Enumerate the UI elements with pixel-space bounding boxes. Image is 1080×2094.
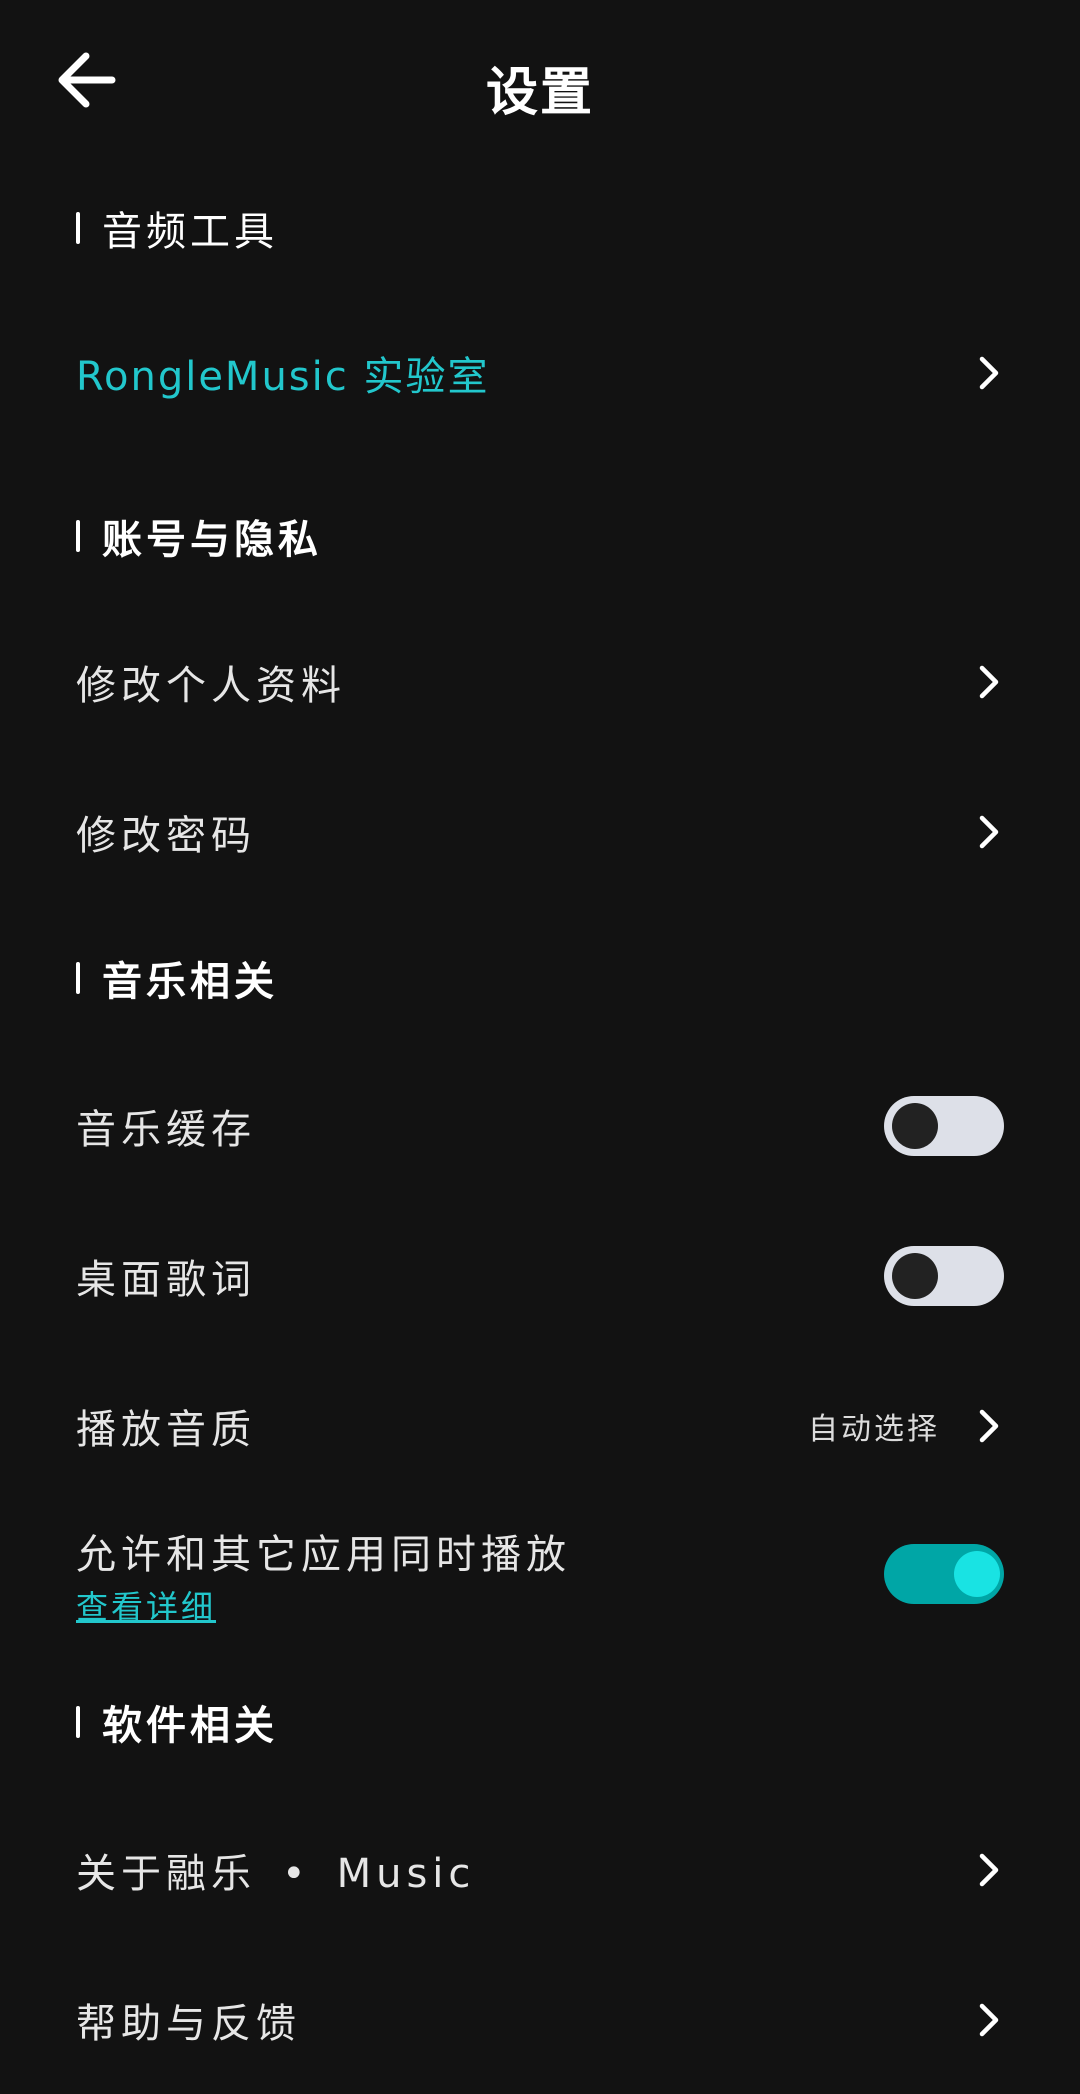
mix-playback-label: 允许和其它应用同时播放: [76, 1532, 571, 1578]
chevron-right-icon: [979, 815, 999, 849]
section-title: 账号与隐私: [102, 517, 322, 563]
section-title: 音频工具: [102, 209, 278, 255]
section-bar: [76, 962, 80, 994]
desktop-lyrics-row: 桌面歌词: [76, 1236, 1004, 1316]
top-bar: 设置: [0, 0, 1080, 170]
desktop-lyrics-label: 桌面歌词: [76, 1257, 256, 1303]
edit-profile-label: 修改个人资料: [76, 663, 346, 709]
chevron-right-icon: [979, 1409, 999, 1443]
playback-quality-label: 播放音质: [76, 1407, 256, 1453]
section-header-audio-tools: 音频工具: [76, 198, 278, 258]
about-label-music: Music: [336, 1851, 476, 1897]
mix-playback-row: 允许和其它应用同时播放 查看详细: [76, 1522, 1004, 1632]
playback-quality-value: 自动选择: [808, 1412, 940, 1447]
music-cache-toggle[interactable]: [884, 1096, 1004, 1156]
toggle-knob: [892, 1103, 938, 1149]
playback-quality-row[interactable]: 播放音质 自动选择: [76, 1386, 1004, 1466]
mix-playback-toggle[interactable]: [884, 1544, 1004, 1604]
section-header-software: 软件相关: [76, 1692, 278, 1752]
section-title: 软件相关: [102, 1703, 278, 1749]
section-header-music: 音乐相关: [76, 948, 278, 1008]
desktop-lyrics-toggle[interactable]: [884, 1246, 1004, 1306]
lab-label: RongleMusic 实验室: [76, 354, 490, 400]
section-bar: [76, 212, 80, 244]
chevron-right-icon: [979, 2003, 999, 2037]
help-feedback-label: 帮助与反馈: [76, 2001, 301, 2047]
change-password-label: 修改密码: [76, 813, 256, 859]
change-password-row[interactable]: 修改密码: [76, 792, 1004, 872]
page-title: 设置: [485, 63, 594, 123]
about-label: 关于融乐 • Music: [76, 1841, 475, 1899]
lab-row[interactable]: RongleMusic 实验室: [76, 333, 1004, 413]
chevron-right-icon: [979, 356, 999, 390]
music-cache-label: 音乐缓存: [76, 1107, 256, 1153]
section-bar: [76, 520, 80, 552]
view-details-link[interactable]: 查看详细: [76, 1582, 216, 1628]
section-title: 音乐相关: [102, 959, 278, 1005]
about-label-text: 关于融乐: [76, 1851, 256, 1897]
dot-separator: •: [282, 1851, 311, 1897]
edit-profile-row[interactable]: 修改个人资料: [76, 642, 1004, 722]
help-feedback-row[interactable]: 帮助与反馈: [76, 1980, 1004, 2060]
section-bar: [76, 1706, 80, 1738]
about-row[interactable]: 关于融乐 • Music: [76, 1830, 1004, 1910]
toggle-knob: [892, 1253, 938, 1299]
toggle-knob: [954, 1551, 1000, 1597]
playback-quality-right: 自动选择: [808, 1404, 1004, 1448]
settings-page: 设置 音频工具 RongleMusic 实验室 账号与隐私 修改个人资料 修改密…: [0, 0, 1080, 2094]
music-cache-row: 音乐缓存: [76, 1086, 1004, 1166]
chevron-right-icon: [979, 665, 999, 699]
section-header-account-privacy: 账号与隐私: [76, 506, 322, 566]
chevron-right-icon: [979, 1853, 999, 1887]
